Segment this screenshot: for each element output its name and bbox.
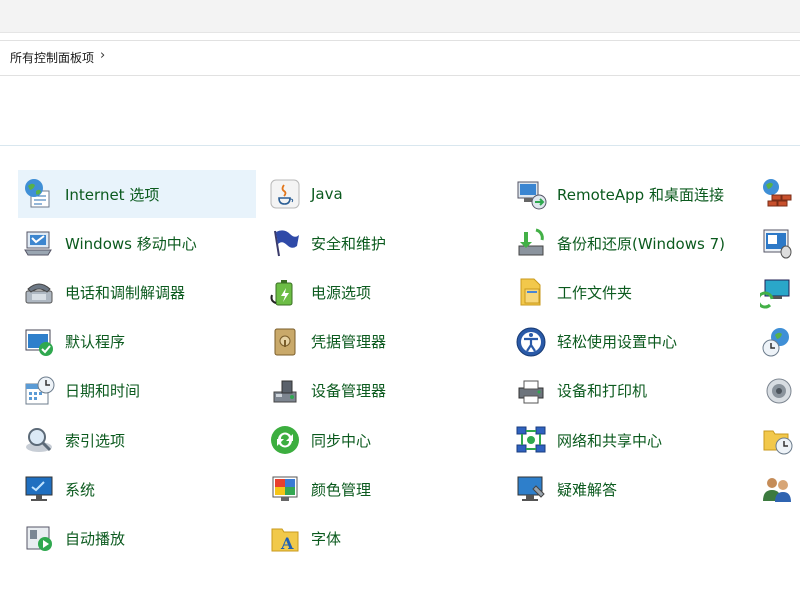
control-panel-item[interactable]: 备份和还原(Windows 7) — [510, 219, 748, 267]
control-panel-item-label: 电话和调制解调器 — [65, 283, 186, 302]
control-panel-item-label: 设备和打印机 — [557, 382, 648, 401]
control-panel-item-label: Java — [311, 185, 343, 203]
control-panel-item-label: 设备管理器 — [311, 382, 387, 401]
file-history-icon — [760, 423, 794, 457]
control-panel-item-label: 自动播放 — [65, 529, 126, 548]
sync-center-icon — [268, 423, 302, 457]
java-icon — [268, 177, 302, 211]
phone-modem-icon — [22, 275, 56, 309]
control-panel-item[interactable] — [756, 219, 800, 267]
control-panel-item-label: RemoteApp 和桌面连接 — [557, 185, 724, 204]
power-battery-icon — [268, 275, 302, 309]
troubleshoot-icon — [514, 472, 548, 506]
control-panel-item-label: 凭据管理器 — [311, 333, 387, 352]
control-panel-item[interactable]: 索引选项 — [18, 416, 256, 464]
system-monitor-icon — [22, 472, 56, 506]
control-panel-item[interactable]: 凭据管理器 — [264, 318, 502, 366]
control-panel-item[interactable]: 颜色管理 — [264, 465, 502, 513]
control-panel-item-label: 备份和还原(Windows 7) — [557, 234, 725, 253]
control-panel-item-label: 颜色管理 — [311, 480, 372, 499]
network-icon — [514, 423, 548, 457]
control-panel-item[interactable] — [756, 416, 800, 464]
control-panel-item[interactable]: 默认程序 — [18, 318, 256, 366]
credential-vault-icon — [268, 325, 302, 359]
default-programs-icon — [22, 325, 56, 359]
control-panel-item[interactable]: 轻松使用设置中心 — [510, 318, 748, 366]
security-flag-icon — [268, 226, 302, 260]
fonts-icon: A — [268, 521, 302, 555]
sound-icon — [760, 374, 794, 408]
control-panel-item[interactable]: 同步中心 — [264, 416, 502, 464]
control-panel-item[interactable]: 自动播放 — [18, 514, 256, 562]
mouse-icon — [760, 226, 794, 260]
work-folders-icon — [514, 275, 548, 309]
control-panel-item-label: 字体 — [311, 529, 342, 548]
control-panel-item[interactable]: 电话和调制解调器 — [18, 268, 256, 316]
user-accounts-icon — [760, 472, 794, 506]
control-panel-item[interactable]: A 字体 — [264, 514, 502, 562]
control-panel-item-label: 网络和共享中心 — [557, 431, 663, 450]
ease-of-access-icon — [514, 325, 548, 359]
control-panel-item[interactable]: RemoteApp 和桌面连接 — [510, 170, 748, 218]
control-panel-item[interactable]: 日期和时间 — [18, 367, 256, 415]
control-panel-item-label: Internet 选项 — [65, 185, 160, 204]
control-panel-item[interactable]: 系统 — [18, 465, 256, 513]
color-management-icon — [268, 472, 302, 506]
backup-restore-icon — [514, 226, 548, 260]
remoteapp-icon — [514, 177, 548, 211]
control-panel-item[interactable]: 设备和打印机 — [510, 367, 748, 415]
control-panel-item[interactable] — [756, 268, 800, 316]
control-panel-item-label: 索引选项 — [65, 431, 126, 450]
firewall-icon — [760, 177, 794, 211]
control-panel-item-label: 日期和时间 — [65, 382, 141, 401]
control-panel-item[interactable] — [756, 367, 800, 415]
control-panel-item[interactable]: 网络和共享中心 — [510, 416, 748, 464]
control-panel-item-label: 疑难解答 — [557, 480, 618, 499]
control-panel-items: Internet 选项 Windows 移动中心 电话和调制解调器 默认程序日期和时间… — [0, 0, 800, 600]
control-panel-item[interactable] — [756, 318, 800, 366]
control-panel-item-label: 同步中心 — [311, 431, 372, 450]
control-panel-item[interactable]: 设备管理器 — [264, 367, 502, 415]
control-panel-item-label: 默认程序 — [65, 333, 126, 352]
autoplay-icon — [22, 521, 56, 555]
control-panel-item[interactable]: 工作文件夹 — [510, 268, 748, 316]
control-panel-item-label: 安全和维护 — [311, 234, 387, 253]
recovery-icon — [760, 275, 794, 309]
mobility-center-icon — [22, 226, 56, 260]
control-panel-item-label: 电源选项 — [311, 283, 372, 302]
control-panel-item[interactable]: Internet 选项 — [18, 170, 256, 218]
control-panel-item[interactable]: Java — [264, 170, 502, 218]
control-panel-item-label: 系统 — [65, 480, 96, 499]
control-panel-item[interactable]: 疑难解答 — [510, 465, 748, 513]
globe-icon — [22, 177, 56, 211]
calendar-clock-icon — [22, 374, 56, 408]
control-panel-item-label: Windows 移动中心 — [65, 234, 197, 253]
index-magnifier-icon — [22, 423, 56, 457]
printer-icon — [514, 374, 548, 408]
control-panel-item[interactable]: Windows 移动中心 — [18, 219, 256, 267]
region-icon — [760, 325, 794, 359]
svg-text:A: A — [280, 534, 294, 553]
control-panel-item-label: 工作文件夹 — [557, 283, 633, 302]
device-manager-icon — [268, 374, 302, 408]
control-panel-item[interactable] — [756, 465, 800, 513]
control-panel-item[interactable]: 安全和维护 — [264, 219, 502, 267]
control-panel-item[interactable] — [756, 170, 800, 218]
control-panel-item-label: 轻松使用设置中心 — [557, 333, 678, 352]
control-panel-item[interactable]: 电源选项 — [264, 268, 502, 316]
